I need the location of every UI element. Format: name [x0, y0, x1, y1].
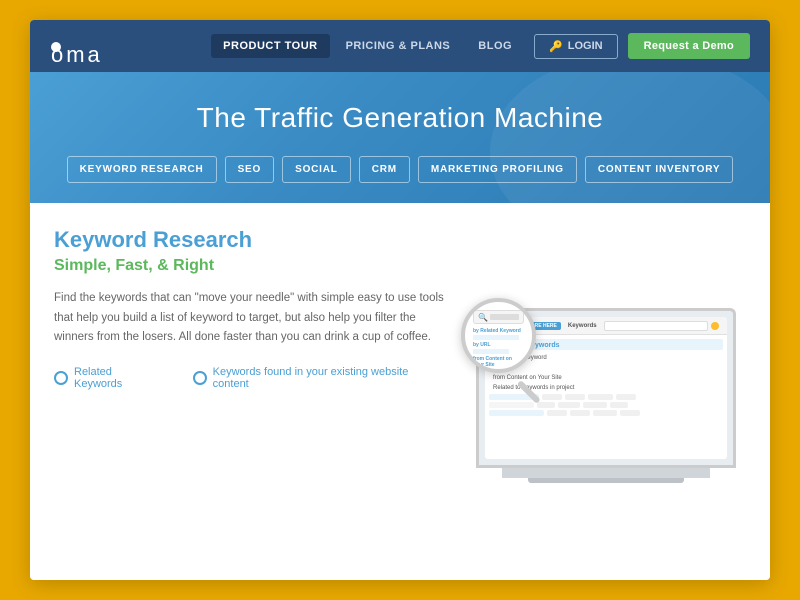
magnifier: 🔍 by Related Keyword by URL from Content…: [461, 298, 551, 388]
tab-crm[interactable]: CRM: [359, 156, 410, 183]
monitor-base: [502, 468, 710, 478]
feature-label-1: Related Keywords: [74, 366, 163, 390]
val-col-4: [616, 394, 636, 400]
mag-search-bar: 🔍: [473, 310, 524, 324]
label-col-3: [489, 410, 544, 416]
label-col-2: [489, 402, 534, 408]
nav-pricing[interactable]: PRICING & PLANS: [334, 34, 463, 58]
val-col-9: [547, 410, 567, 416]
data-row-1: [489, 394, 723, 400]
section-description: Find the keywords that can "move your ne…: [54, 289, 446, 348]
val-col-7: [583, 402, 607, 408]
nav-product-tour[interactable]: PRODUCT TOUR: [211, 34, 329, 58]
tab-content-inventory[interactable]: CONTENT INVENTORY: [585, 156, 734, 183]
mag-label-1: by Related Keyword: [473, 328, 524, 334]
content-left: Keyword Research Simple, Fast, & Right F…: [54, 227, 466, 564]
keywords-badge-label: Keywords: [568, 323, 597, 329]
magnifier-inner: 🔍 by Related Keyword by URL from Content…: [465, 302, 532, 373]
content-right: YOU ARE HERE Keywords Find New Keywords …: [466, 227, 746, 564]
val-col-5: [537, 402, 555, 408]
mag-search-input: [490, 314, 519, 320]
tab-seo[interactable]: SEO: [225, 156, 275, 183]
hero-title: The Traffic Generation Machine: [50, 102, 750, 134]
monitor: YOU ARE HERE Keywords Find New Keywords …: [476, 308, 736, 483]
val-col-1: [542, 394, 562, 400]
feature-related-keywords: Related Keywords: [54, 366, 163, 390]
val-col-6: [558, 402, 580, 408]
mag-row-1: [473, 335, 519, 340]
feature-tabs: KEYWORD RESEARCH SEO SOCIAL CRM MARKETIN…: [50, 156, 750, 183]
tab-keyword-research[interactable]: KEYWORD RESEARCH: [67, 156, 217, 183]
monitor-foot: [528, 478, 684, 483]
status-dot: [711, 322, 719, 330]
feature-dot-icon-2: [193, 371, 207, 385]
hero-section: The Traffic Generation Machine KEYWORD R…: [30, 72, 770, 203]
tab-marketing-profiling[interactable]: MARKETING PROFILING: [418, 156, 577, 183]
magnifier-circle: 🔍 by Related Keyword by URL from Content…: [461, 298, 536, 373]
mag-row-3: [473, 369, 514, 373]
url-bar: [604, 321, 708, 331]
feature-label-2: Keywords found in your existing website …: [213, 366, 446, 390]
mag-label-3: from Content on Your Site: [473, 356, 524, 368]
val-col-11: [593, 410, 617, 416]
feature-list: Related Keywords Keywords found in your …: [54, 366, 446, 390]
nav-links: PRODUCT TOUR PRICING & PLANS BLOG 🔑 LOGI…: [211, 33, 750, 59]
lock-icon: 🔑: [549, 40, 563, 53]
val-col-10: [570, 410, 590, 416]
data-row-3: [489, 410, 723, 416]
logo-text: oma: [51, 42, 61, 52]
section-title: Keyword Research: [54, 227, 446, 253]
tab-social[interactable]: SOCIAL: [282, 156, 351, 183]
login-label: LOGIN: [568, 40, 603, 52]
logo: oma: [50, 33, 62, 59]
feature-existing-content: Keywords found in your existing website …: [193, 366, 446, 390]
mag-search-icon: 🔍: [478, 313, 488, 322]
val-col-3: [588, 394, 613, 400]
mag-row-2: [473, 349, 509, 354]
data-row-2: [489, 402, 723, 408]
nav-blog[interactable]: BLOG: [466, 34, 524, 58]
mag-label-2: by URL: [473, 342, 524, 348]
request-demo-button[interactable]: Request a Demo: [628, 33, 750, 59]
val-col-2: [565, 394, 585, 400]
val-col-12: [620, 410, 640, 416]
nav-login-button[interactable]: 🔑 LOGIN: [534, 34, 618, 59]
navbar: oma PRODUCT TOUR PRICING & PLANS BLOG 🔑 …: [30, 20, 770, 72]
content-area: Keyword Research Simple, Fast, & Right F…: [30, 203, 770, 580]
feature-dot-icon: [54, 371, 68, 385]
page-wrapper: oma PRODUCT TOUR PRICING & PLANS BLOG 🔑 …: [30, 20, 770, 580]
val-col-8: [610, 402, 628, 408]
section-subtitle: Simple, Fast, & Right: [54, 257, 446, 275]
